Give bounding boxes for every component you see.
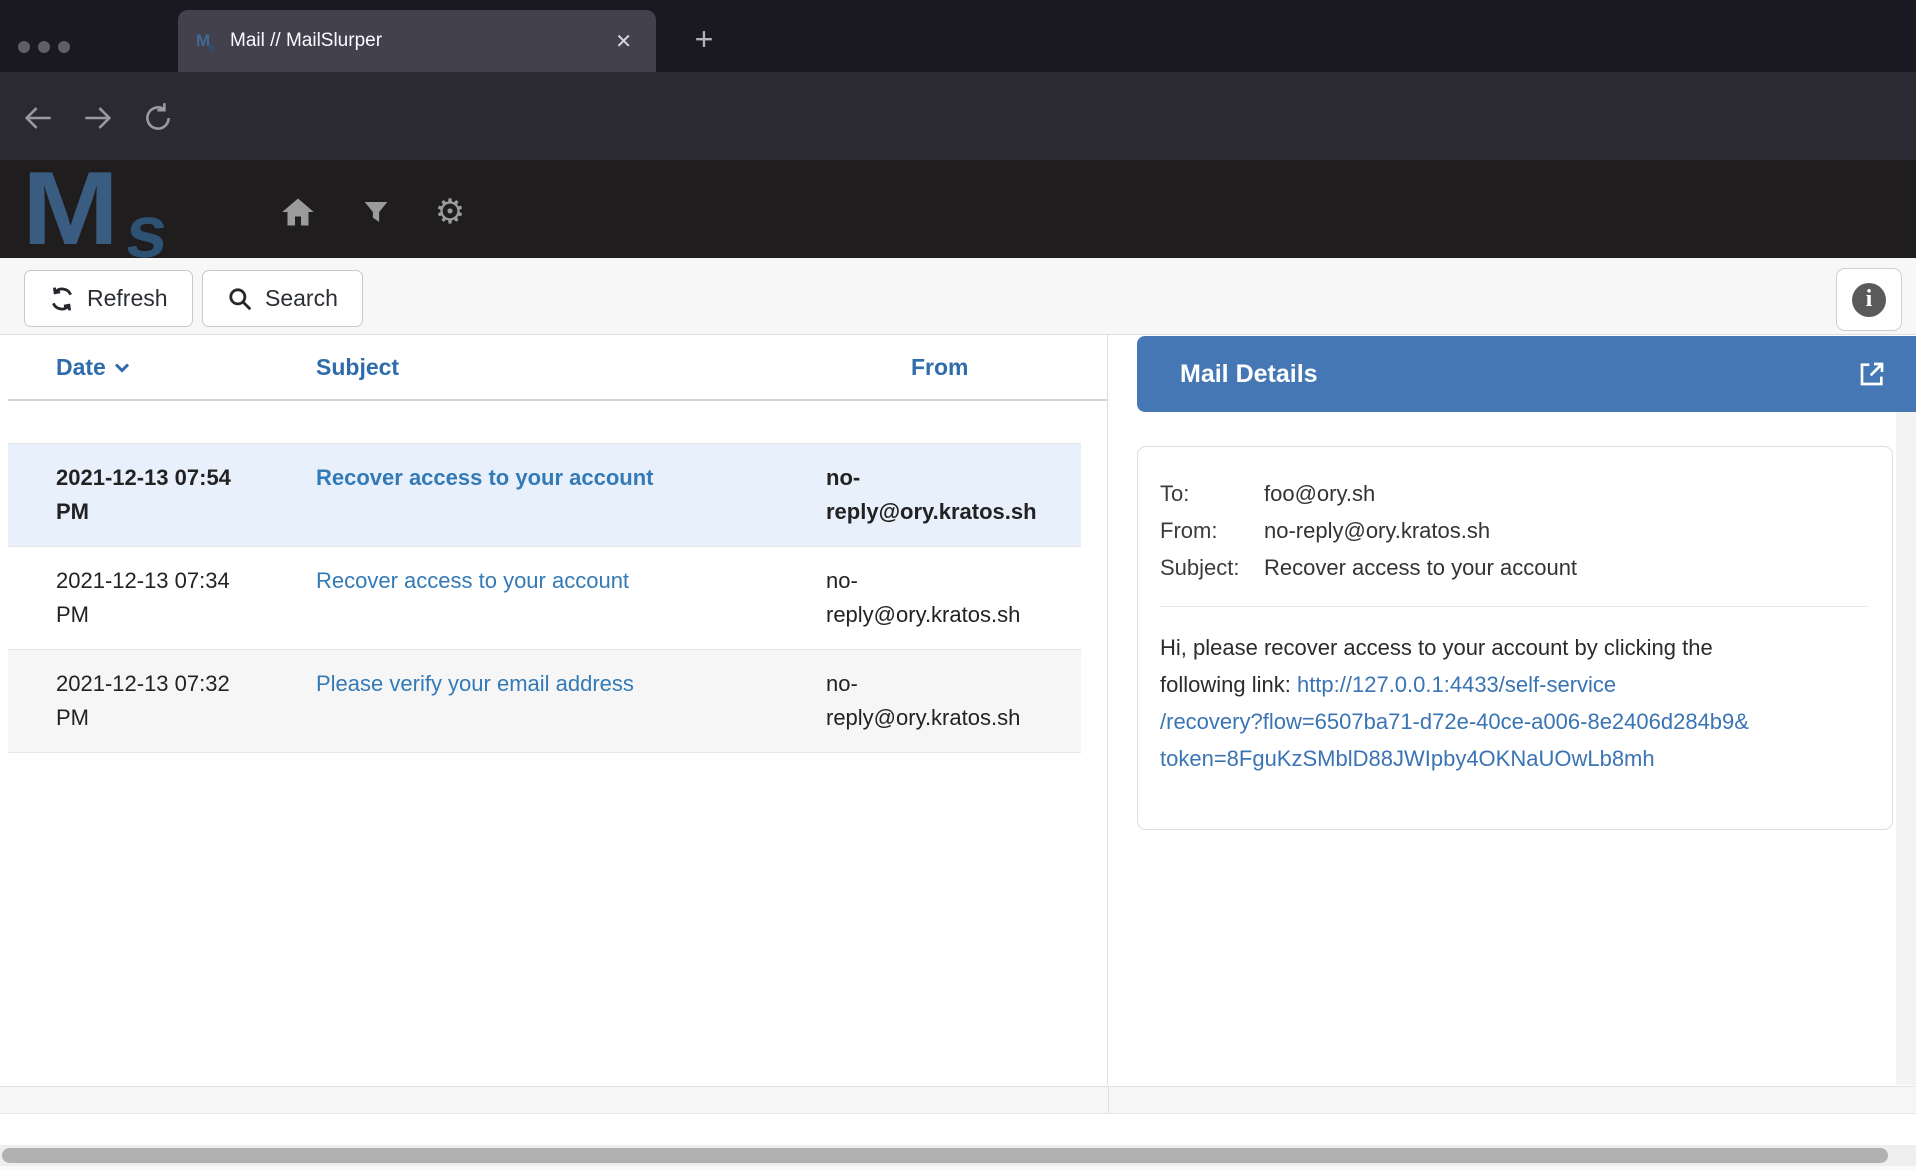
forward-button[interactable] bbox=[76, 96, 120, 140]
svg-text:s: s bbox=[208, 40, 215, 52]
page-footer-band bbox=[0, 1115, 1916, 1145]
browser-tab-bar: M s Mail // MailSlurper ✕ + bbox=[0, 0, 1916, 72]
body-text-line1: Hi, please recover access to your accoun… bbox=[1160, 629, 1868, 666]
mail-body: Hi, please recover access to your accoun… bbox=[1160, 629, 1868, 777]
svg-text:s: s bbox=[122, 190, 172, 258]
bottom-strip bbox=[0, 1166, 1916, 1170]
info-icon: i bbox=[1852, 283, 1886, 317]
mail-date: 2021-12-13 07:32 PM bbox=[56, 667, 251, 735]
column-header-subject[interactable]: Subject bbox=[316, 354, 826, 381]
body-text-line2: following link: bbox=[1160, 672, 1297, 697]
window-dot[interactable] bbox=[18, 41, 30, 53]
scrollbar-thumb[interactable] bbox=[2, 1148, 1888, 1163]
details-divider bbox=[1160, 606, 1868, 607]
from-label: From: bbox=[1160, 512, 1264, 549]
column-header-from[interactable]: From bbox=[826, 354, 1107, 381]
sort-desc-chevron-icon bbox=[114, 362, 130, 373]
reload-button[interactable] bbox=[136, 96, 180, 140]
home-button[interactable] bbox=[276, 190, 320, 234]
mail-list-panel: Date Subject From 2021-12-13 07:54 PM Re… bbox=[8, 335, 1108, 1085]
search-icon bbox=[227, 286, 253, 312]
mailslurper-logo: M s bbox=[22, 160, 232, 258]
filter-button[interactable] bbox=[354, 190, 398, 234]
tab-close-icon[interactable]: ✕ bbox=[609, 25, 638, 58]
mail-details-header: Mail Details bbox=[1137, 336, 1916, 412]
mail-details-card: To: foo@ory.sh From: no-reply@ory.kratos… bbox=[1137, 446, 1893, 830]
back-arrow-icon bbox=[21, 101, 55, 135]
to-label: To: bbox=[1160, 475, 1264, 512]
mail-date: 2021-12-13 07:54 PM bbox=[56, 461, 251, 529]
open-external-icon[interactable] bbox=[1856, 358, 1888, 390]
window-dot[interactable] bbox=[58, 41, 70, 53]
from-value: no-reply@ory.kratos.sh bbox=[1264, 512, 1868, 549]
from-header-label: From bbox=[911, 354, 969, 381]
recovery-link-line3: token=8FguKzSMblD88JWIpby4OKNaUOwLb8mh bbox=[1160, 740, 1868, 777]
refresh-label: Refresh bbox=[87, 285, 168, 312]
forward-arrow-icon bbox=[81, 101, 115, 135]
date-header-label: Date bbox=[56, 354, 106, 381]
settings-button[interactable]: ⚙ bbox=[428, 190, 472, 234]
window-dot[interactable] bbox=[38, 41, 50, 53]
table-row[interactable]: 2021-12-13 07:34 PM Recover access to yo… bbox=[8, 546, 1081, 649]
content-footer-band bbox=[0, 1086, 1916, 1114]
mail-subject-link[interactable]: Please verify your email address bbox=[316, 671, 634, 696]
window-controls[interactable] bbox=[18, 41, 70, 53]
filter-icon bbox=[361, 197, 391, 227]
refresh-icon bbox=[49, 286, 75, 312]
gear-icon: ⚙ bbox=[435, 195, 465, 229]
recovery-link-line2: /recovery?flow=6507ba71-d72e-40ce-a006-8… bbox=[1160, 703, 1868, 740]
browser-tab[interactable]: M s Mail // MailSlurper ✕ bbox=[178, 10, 656, 72]
mail-from: no-reply@ory.kratos.sh bbox=[826, 461, 1071, 529]
horizontal-scrollbar[interactable] bbox=[0, 1145, 1916, 1166]
mail-subject-link[interactable]: Recover access to your account bbox=[316, 465, 653, 490]
svg-text:M: M bbox=[22, 160, 119, 258]
subject-value: Recover access to your account bbox=[1264, 549, 1868, 586]
tab-title: Mail // MailSlurper bbox=[230, 30, 609, 52]
table-row[interactable]: 2021-12-13 07:32 PM Please verify your e… bbox=[8, 649, 1081, 753]
column-header-date[interactable]: Date bbox=[56, 354, 316, 381]
to-value: foo@ory.sh bbox=[1264, 475, 1868, 512]
mail-details-title: Mail Details bbox=[1180, 360, 1856, 389]
subject-header-label: Subject bbox=[316, 354, 399, 381]
back-button[interactable] bbox=[16, 96, 60, 140]
mail-rows: 2021-12-13 07:54 PM Recover access to yo… bbox=[8, 443, 1081, 753]
mail-subject-link[interactable]: Recover access to your account bbox=[316, 568, 629, 593]
search-label: Search bbox=[265, 285, 338, 312]
mail-list-header: Date Subject From bbox=[8, 335, 1107, 401]
browser-nav-toolbar: 127.0.0.1:4436/# 90% ☆ » bbox=[0, 72, 1916, 160]
home-icon bbox=[279, 194, 317, 230]
subject-label: Subject: bbox=[1160, 549, 1264, 586]
mail-from: no-reply@ory.kratos.sh bbox=[826, 564, 1054, 632]
info-button[interactable]: i bbox=[1836, 268, 1902, 331]
search-button[interactable]: Search bbox=[202, 270, 363, 327]
refresh-button[interactable]: Refresh bbox=[24, 270, 193, 327]
table-row[interactable]: 2021-12-13 07:54 PM Recover access to yo… bbox=[8, 443, 1081, 546]
reload-icon bbox=[141, 101, 175, 135]
mail-date: 2021-12-13 07:34 PM bbox=[56, 564, 251, 632]
mail-from: no-reply@ory.kratos.sh bbox=[826, 667, 1054, 735]
app-toolbar: Refresh Search i bbox=[0, 258, 1916, 335]
mailslurper-favicon: M s bbox=[196, 30, 218, 52]
recovery-link-line1: http://127.0.0.1:4433/self-service bbox=[1297, 672, 1616, 697]
new-tab-button[interactable]: + bbox=[682, 18, 726, 62]
details-scroll-gutter bbox=[1896, 412, 1916, 1085]
